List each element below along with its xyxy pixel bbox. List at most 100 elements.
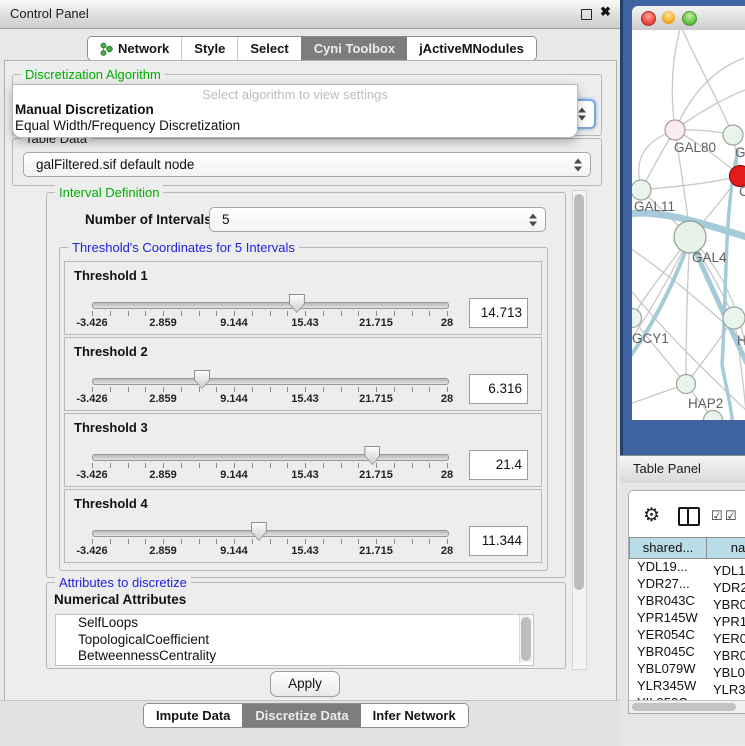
threshold-slider-track[interactable]: [92, 302, 449, 309]
threshold-slider-handle[interactable]: [194, 370, 210, 389]
network-view-canvas[interactable]: GAL80GACGAL11GAL4GCY1HHAP2: [632, 30, 745, 420]
slider-tick-label: -3.426: [76, 545, 107, 557]
network-node[interactable]: [704, 411, 723, 421]
network-node[interactable]: [723, 307, 745, 329]
table-row[interactable]: YPR145WYPR1: [629, 609, 745, 626]
minimize-traffic-light[interactable]: [662, 11, 675, 24]
table-row[interactable]: YDR27...YDR2: [629, 575, 745, 592]
slider-tick: [270, 311, 271, 316]
table-row[interactable]: YBL079WYBL0: [629, 660, 745, 677]
table-data-combobox[interactable]: galFiltered.sif default node: [23, 152, 591, 177]
slider-tick: [323, 539, 324, 544]
network-node[interactable]: [674, 221, 706, 253]
threshold-value-field[interactable]: 14.713: [469, 298, 528, 328]
tab-label: Discretize Data: [255, 704, 348, 727]
network-node[interactable]: [665, 120, 685, 140]
slider-tick: [234, 311, 235, 316]
tab-network[interactable]: Network: [88, 37, 181, 60]
group-title: Attributes to discretize: [55, 575, 191, 590]
slider-tick: [216, 539, 217, 544]
slider-tick: [376, 387, 377, 392]
slider-tick: [323, 311, 324, 316]
numerical-attributes-list[interactable]: SelfLoopsTopologicalCoefficientBetweenne…: [55, 614, 534, 666]
bottom-tab-infer-network[interactable]: Infer Network: [361, 704, 468, 727]
table-row[interactable]: YBR043CYBR0: [629, 592, 745, 609]
table-row[interactable]: YDL19...YDL1: [629, 558, 745, 575]
table-hscrollbar[interactable]: [629, 700, 745, 713]
zoom-traffic-light[interactable]: [682, 11, 697, 26]
bottom-tab-discretize-data[interactable]: Discretize Data: [242, 704, 360, 727]
column-header-shared-name[interactable]: shared...: [629, 537, 707, 559]
slider-tick: [110, 539, 111, 544]
slider-tick: [412, 387, 413, 392]
threshold-slider-handle[interactable]: [364, 446, 380, 465]
threshold-value-field[interactable]: 21.4: [469, 450, 528, 480]
table-row[interactable]: YER054CYER0: [629, 626, 745, 643]
tab-cyni-toolbox[interactable]: Cyni Toolbox: [301, 37, 407, 60]
threshold-row: Threshold 2-3.4262.8599.14415.4321.71528…: [64, 337, 542, 411]
threshold-slider-track[interactable]: [92, 454, 449, 461]
cell-shared-name: YER054C: [629, 626, 707, 643]
numerical-attributes-label: Numerical Attributes: [54, 592, 186, 607]
scrollbar-thumb[interactable]: [521, 617, 531, 661]
stepper-icon: [529, 213, 537, 226]
table-row[interactable]: YLR345WYLR3: [629, 677, 745, 694]
slider-tick: [92, 311, 93, 316]
bottom-tab-impute-data[interactable]: Impute Data: [144, 704, 242, 727]
threshold-value-field[interactable]: 6.316: [469, 374, 528, 404]
network-node[interactable]: [677, 375, 696, 394]
cell-shared-name: YBR043C: [629, 592, 707, 609]
tab-label: Cyni Toolbox: [314, 37, 395, 60]
split-columns-icon[interactable]: [678, 507, 700, 526]
close-traffic-light[interactable]: [641, 11, 656, 26]
slider-tick: [429, 539, 430, 544]
threshold-slider-handle[interactable]: [251, 522, 267, 541]
attribute-list-item[interactable]: BetweennessCentrality: [56, 648, 533, 665]
node-label: C: [739, 184, 745, 199]
network-window-titlebar[interactable]: [632, 6, 745, 31]
network-icon: [100, 42, 113, 56]
select-columns-icon[interactable]: ☑: [711, 508, 723, 524]
threshold-slider-track[interactable]: [92, 378, 449, 385]
slider-tick-label: 15.43: [291, 545, 319, 557]
attribute-list-item[interactable]: TopologicalCoefficient: [56, 632, 533, 649]
algorithm-option[interactable]: Manual Discretization: [15, 102, 154, 117]
apply-button[interactable]: Apply: [270, 671, 340, 697]
attribute-list-item[interactable]: SelfLoops: [56, 615, 533, 632]
threshold-slider-track[interactable]: [92, 530, 449, 537]
table-data-group: Table Data galFiltered.sif default node: [12, 138, 602, 186]
threshold-slider-handle[interactable]: [289, 294, 305, 313]
slider-tick: [110, 311, 111, 316]
slider-tick: [358, 387, 359, 392]
slider-tick: [429, 463, 430, 468]
threshold-value-field[interactable]: 11.344: [469, 526, 528, 556]
algorithm-option[interactable]: Equal Width/Frequency Discretization: [15, 118, 240, 133]
column-header-name[interactable]: na: [706, 537, 745, 559]
tab-style[interactable]: Style: [181, 37, 237, 60]
slider-tick-label: 2.859: [149, 545, 177, 557]
slider-tick: [305, 387, 306, 392]
slider-tick: [341, 539, 342, 544]
num-intervals-combobox[interactable]: 5: [209, 207, 546, 232]
settings-scrollbar[interactable]: [572, 190, 587, 670]
slider-tick-label: 28: [441, 393, 453, 405]
float-window-icon[interactable]: [581, 9, 592, 20]
select-rows-icon[interactable]: ☑: [725, 508, 737, 524]
slider-tick: [128, 539, 129, 544]
slider-tick: [341, 311, 342, 316]
table-row[interactable]: YBR045CYBR0: [629, 643, 745, 660]
close-icon[interactable]: ✖: [600, 4, 611, 20]
network-node[interactable]: [632, 180, 651, 200]
gear-icon[interactable]: ⚙: [643, 504, 660, 527]
slider-tick: [252, 463, 253, 468]
scrollbar-thumb[interactable]: [632, 703, 736, 711]
slider-tick: [145, 387, 146, 392]
slider-tick-label: 21.715: [359, 469, 393, 481]
scrollbar-thumb[interactable]: [574, 194, 584, 590]
slider-tick-label: 9.144: [220, 545, 248, 557]
node-label: GA: [735, 145, 745, 160]
list-scrollbar[interactable]: [519, 615, 532, 663]
tab-select[interactable]: Select: [237, 37, 300, 60]
network-node[interactable]: [723, 125, 743, 145]
tab-jactivemnodules[interactable]: jActiveMNodules: [407, 37, 536, 60]
